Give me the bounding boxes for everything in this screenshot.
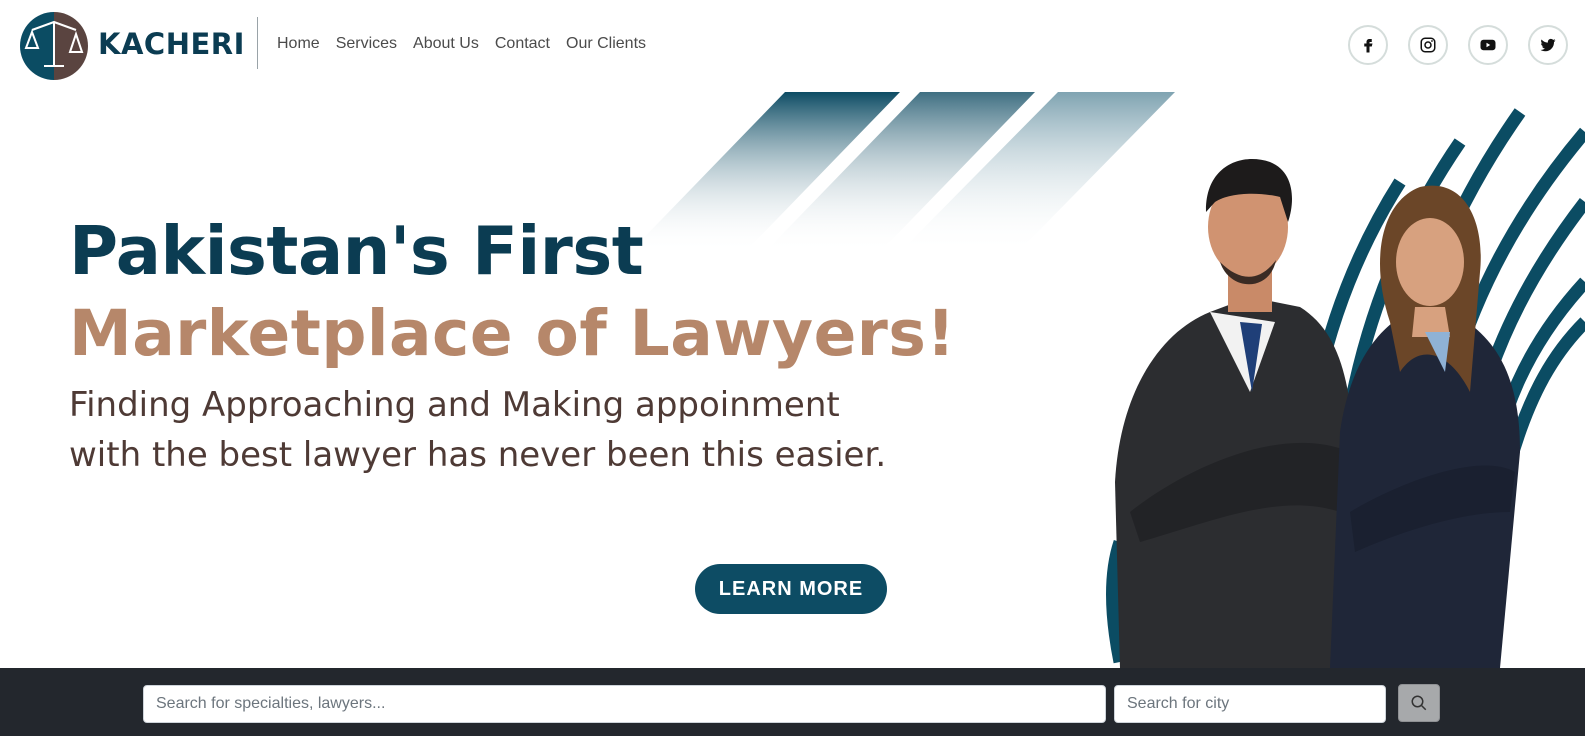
social-links <box>1348 25 1568 65</box>
search-bar <box>0 668 1585 736</box>
learn-more-button[interactable]: LEARN MORE <box>695 564 887 614</box>
specialty-search-input[interactable] <box>143 685 1106 723</box>
brand-name: KACHERI <box>98 27 245 61</box>
nav-home[interactable]: Home <box>277 35 320 53</box>
hero-section: Pakistan's First Marketplace of Lawyers!… <box>0 92 1585 668</box>
hero-subline: Finding Approaching and Making appoinmen… <box>69 385 887 475</box>
city-search-input[interactable] <box>1114 685 1386 723</box>
scales-of-justice-logo-icon <box>20 12 88 80</box>
youtube-icon <box>1480 39 1496 51</box>
instagram-icon <box>1420 37 1436 53</box>
twitter-icon <box>1540 38 1556 52</box>
header-divider <box>257 17 258 69</box>
facebook-button[interactable] <box>1348 25 1388 65</box>
facebook-icon <box>1364 39 1373 53</box>
nav-contact[interactable]: Contact <box>495 35 550 53</box>
main-nav: Home Services About Us Contact Our Clien… <box>277 35 646 53</box>
search-icon <box>1411 695 1427 711</box>
hero-headline-line1: Pakistan's First <box>69 212 644 290</box>
youtube-button[interactable] <box>1468 25 1508 65</box>
hero-headline-line2: Marketplace of Lawyers! <box>69 297 956 370</box>
search-button[interactable] <box>1398 684 1440 722</box>
instagram-button[interactable] <box>1408 25 1448 65</box>
twitter-button[interactable] <box>1528 25 1568 65</box>
nav-about-us[interactable]: About Us <box>413 35 479 53</box>
nav-our-clients[interactable]: Our Clients <box>566 35 646 53</box>
nav-services[interactable]: Services <box>336 35 397 53</box>
man-figure <box>1115 159 1355 668</box>
logo[interactable]: KACHERI <box>18 8 245 80</box>
site-header: KACHERI Home Services About Us Contact O… <box>0 0 1585 92</box>
lawyers-photo <box>1106 108 1585 668</box>
